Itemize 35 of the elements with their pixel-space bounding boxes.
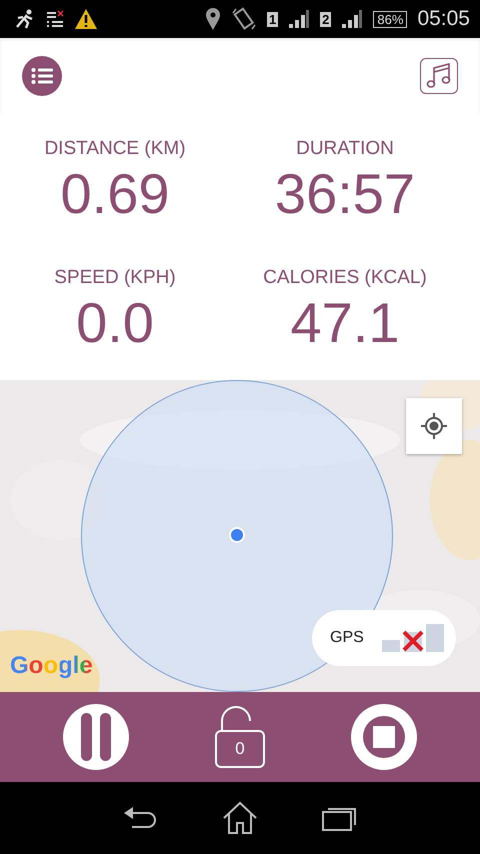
music-note-icon [425, 62, 453, 90]
lock-button[interactable]: 0 [214, 705, 266, 769]
signal-icon [341, 9, 364, 29]
stat-value: 0.0 [76, 290, 154, 356]
stat-label: CALORIES (KCAL) [263, 267, 427, 289]
warning-icon [74, 8, 98, 30]
stat-value: 0.69 [60, 161, 170, 227]
sim-label: 1 [266, 12, 278, 26]
battery-level: 86% [373, 10, 408, 28]
menu-icon [31, 67, 53, 85]
sim-label: 2 [320, 12, 332, 26]
home-icon [222, 801, 258, 835]
clock: 05:05 [417, 7, 470, 31]
recent-apps-icon [322, 805, 358, 831]
stat-value: 36:57 [274, 161, 416, 227]
pause-icon [80, 713, 111, 761]
crosshair-icon [420, 412, 448, 440]
stat-value: 47.1 [290, 290, 400, 356]
padlock-icon [214, 705, 266, 769]
menu-button[interactable] [22, 56, 62, 96]
stat-label: SPEED (KPH) [54, 267, 176, 289]
location-pin-icon [204, 7, 221, 31]
signal-icon [288, 9, 310, 29]
stat-label: DISTANCE (KM) [44, 138, 186, 160]
gps-label: GPS [330, 629, 364, 647]
rotation-icon [230, 7, 257, 31]
music-button[interactable] [420, 58, 458, 94]
back-button[interactable] [122, 805, 158, 831]
stop-icon [363, 716, 406, 758]
locate-button[interactable] [406, 398, 462, 454]
stat-label: DURATION [296, 138, 394, 160]
home-button[interactable] [222, 801, 258, 835]
list-icon [46, 10, 64, 28]
back-icon [122, 805, 158, 831]
recent-apps-button[interactable] [322, 805, 358, 831]
